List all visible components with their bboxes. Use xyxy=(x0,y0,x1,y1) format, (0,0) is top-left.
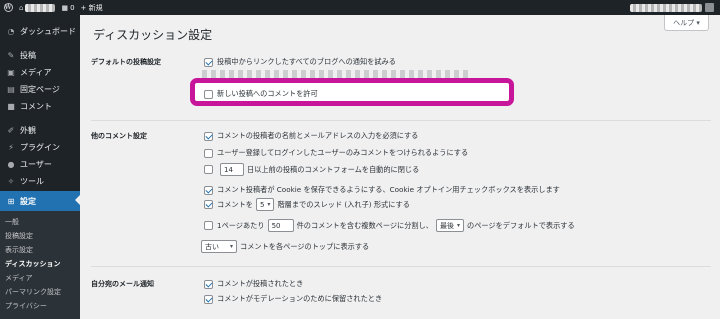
page-title: ディスカッション設定 xyxy=(93,28,213,42)
cookie-optin-option[interactable]: コメント投稿者が Cookie を保存できるようにする、Cookie オプトイン… xyxy=(204,185,560,195)
threaded-comments-checkbox[interactable] xyxy=(204,200,213,209)
submenu-reading[interactable]: 表示設定 xyxy=(5,245,33,255)
sidebar-item-settings[interactable]: ⊞ 設定 xyxy=(0,191,80,211)
avatar xyxy=(705,3,714,12)
email-notify-label: 自分宛のメール通知 xyxy=(91,280,154,288)
close-comments-option: 14 日以上前の投稿のコメントフォームを自動的に閉じる xyxy=(204,163,419,176)
pin-icon: ✎ xyxy=(7,50,15,60)
chevron-down-icon: ▾ xyxy=(230,243,234,250)
submenu-media[interactable]: メディア xyxy=(5,273,33,283)
comment-order-select[interactable]: 古い ▾ xyxy=(201,240,238,253)
allow-comments-option[interactable]: 新しい投稿へのコメントを許可 xyxy=(204,89,318,99)
registered-only-checkbox[interactable] xyxy=(204,148,213,158)
settings-icon: ⊞ xyxy=(7,196,15,206)
default-page-select[interactable]: 最後 ▾ xyxy=(435,219,464,232)
comment-bubble-icon: ■ xyxy=(61,3,69,12)
sidebar-item-dashboard[interactable]: ◔ ダッシュボード xyxy=(0,22,80,40)
sidebar-item-users[interactable]: ● ユーザー xyxy=(0,155,80,173)
paged-comments-checkbox[interactable] xyxy=(204,221,213,230)
comments-per-page-input[interactable]: 50 xyxy=(267,219,294,232)
notify-linked-blogs-checkbox[interactable] xyxy=(204,57,213,67)
submenu-general[interactable]: 一般 xyxy=(5,217,19,227)
my-account[interactable] xyxy=(630,3,714,12)
submenu-permalinks[interactable]: パーマリンク設定 xyxy=(5,287,61,297)
page-icon: ▤ xyxy=(7,84,15,94)
brush-icon: ✐ xyxy=(7,125,15,135)
submenu-privacy[interactable]: プライバシー xyxy=(5,301,47,311)
sidebar-item-appearance[interactable]: ✐ 外観 xyxy=(0,121,80,139)
notify-on-comment-checkbox[interactable] xyxy=(204,279,213,289)
thread-depth-select[interactable]: 5 ▾ xyxy=(255,198,275,211)
wordpress-logo-button[interactable]: W xyxy=(0,0,16,15)
settings-submenu: 一般 投稿設定 表示設定 ディスカッション メディア パーマリンク設定 プライバ… xyxy=(0,211,80,319)
sidebar-item-comments[interactable]: ■ コメント xyxy=(0,97,80,115)
new-content-link[interactable]: + 新規 xyxy=(78,0,106,15)
threaded-comments-option: コメントを 5 ▾ 階層までのスレッド (入れ子) 形式にする xyxy=(204,198,410,211)
plugin-icon: ⚡ xyxy=(8,142,14,152)
allow-comments-checkbox[interactable] xyxy=(204,89,213,99)
new-content-label: + 新規 xyxy=(80,3,103,12)
comments-count: 0 xyxy=(70,3,75,12)
comments-link[interactable]: ■ 0 xyxy=(58,0,77,15)
wrench-icon: ✧ xyxy=(7,176,15,186)
help-label: ヘルプ ▾ xyxy=(673,18,700,27)
close-days-input[interactable]: 14 xyxy=(220,163,244,176)
default-post-settings-label: デフォルトの投稿設定 xyxy=(91,58,161,66)
site-name-link[interactable]: ⌂ xyxy=(16,0,58,15)
sidebar-item-posts[interactable]: ✎ 投稿 xyxy=(0,46,80,64)
notify-linked-blogs-option[interactable]: 投稿中からリンクしたすべてのブログへの通知を試みる xyxy=(204,57,396,67)
user-icon: ● xyxy=(7,159,15,169)
comment-order-option: 古い ▾ コメントを各ページのトップに表示する xyxy=(201,240,369,253)
site-name-redacted xyxy=(25,3,56,12)
notify-on-moderation-checkbox[interactable] xyxy=(204,294,213,304)
admin-bar: W ⌂ ■ 0 + 新規 xyxy=(0,0,720,15)
other-comment-settings-label: 他のコメント設定 xyxy=(91,132,147,140)
help-tab-button[interactable]: ヘルプ ▾ xyxy=(664,15,709,31)
notify-on-moderation-option[interactable]: コメントがモデレーションのために保留されたとき xyxy=(204,294,382,304)
chevron-down-icon: ▾ xyxy=(267,201,271,208)
require-name-email-option[interactable]: コメントの投稿者の名前とメールアドレスの入力を必須にする xyxy=(204,131,418,141)
dashboard-icon: ◔ xyxy=(7,26,15,36)
sidebar-item-media[interactable]: ▣ メディア xyxy=(0,63,80,81)
sidebar-item-tools[interactable]: ✧ ツール xyxy=(0,172,80,190)
notify-on-comment-option[interactable]: コメントが投稿されたとき xyxy=(204,279,303,289)
home-icon: ⌂ xyxy=(19,3,24,12)
admin-sidebar: ◔ ダッシュボード ✎ 投稿 ▣ メディア ▤ 固定ページ ■ コメント ✐ 外… xyxy=(0,15,80,319)
sidebar-item-plugins[interactable]: ⚡ プラグイン xyxy=(0,138,80,156)
registered-only-option[interactable]: ユーザー登録してログインしたユーザーのみコメントをつけられるようにする xyxy=(204,148,468,158)
wordpress-logo-icon: W xyxy=(3,3,13,12)
username-redacted xyxy=(630,3,702,12)
close-comments-checkbox[interactable] xyxy=(204,165,213,174)
section-divider xyxy=(91,120,711,121)
paged-comments-option: 1ページあたり 50 件のコメントを含む複数ページに分割し、 最後 ▾ のページ… xyxy=(204,219,575,232)
chevron-down-icon: ▾ xyxy=(456,222,460,229)
media-icon: ▣ xyxy=(7,67,15,77)
submenu-writing[interactable]: 投稿設定 xyxy=(5,231,33,241)
require-name-email-checkbox[interactable] xyxy=(204,131,213,141)
section-divider xyxy=(91,266,711,267)
comment-icon: ■ xyxy=(7,101,15,111)
cookie-optin-checkbox[interactable] xyxy=(204,185,213,195)
submenu-discussion[interactable]: ディスカッション xyxy=(5,259,61,269)
sidebar-item-pages[interactable]: ▤ 固定ページ xyxy=(0,80,80,98)
